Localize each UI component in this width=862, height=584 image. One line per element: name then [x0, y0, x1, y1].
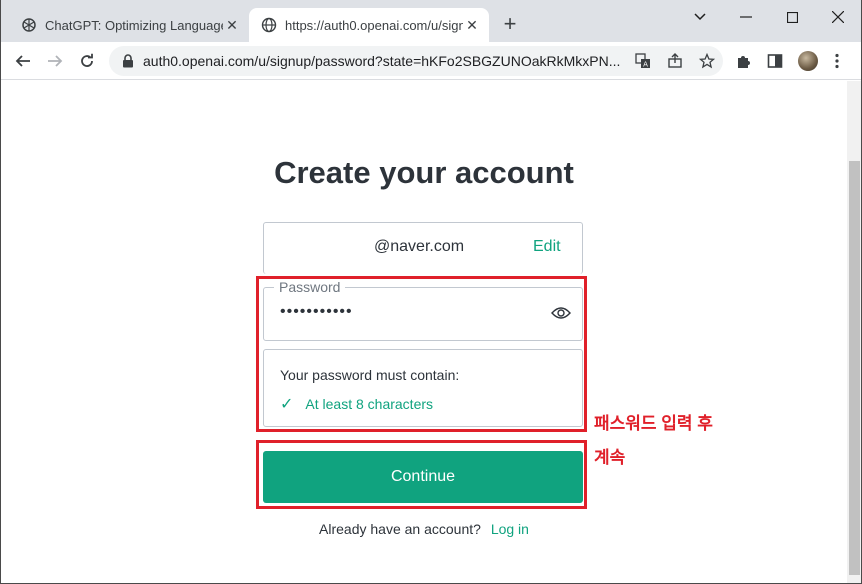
translate-icon[interactable]: A: [633, 51, 653, 71]
new-tab-button[interactable]: +: [499, 13, 521, 36]
side-panel-icon[interactable]: [765, 51, 785, 71]
annotation-text: 패스워드 입력 후 계속: [594, 407, 754, 475]
login-prompt-text: Already have an account?: [319, 521, 481, 537]
tab-auth0-signup[interactable]: https://auth0.openai.com/u/signup ✕: [249, 8, 489, 42]
continue-highlight-box: [256, 440, 587, 509]
close-icon[interactable]: ✕: [463, 16, 481, 34]
login-prompt: Already have an account? Log in: [1, 521, 847, 537]
browser-window: ChatGPT: Optimizing Language ✕ https://a…: [0, 0, 862, 584]
browser-toolbar: auth0.openai.com/u/signup/password?state…: [1, 42, 861, 80]
annotation-line-1: 패스워드 입력 후: [594, 414, 713, 433]
close-window-icon[interactable]: [815, 2, 861, 32]
login-link[interactable]: Log in: [491, 521, 529, 537]
lock-icon[interactable]: [121, 54, 135, 68]
tab-title: https://auth0.openai.com/u/signup: [285, 17, 463, 33]
vertical-scrollbar[interactable]: [847, 81, 861, 583]
profile-avatar[interactable]: [798, 51, 818, 71]
share-icon[interactable]: [665, 51, 685, 71]
openai-icon: [21, 17, 37, 33]
back-arrow-icon[interactable]: [11, 49, 35, 73]
annotation-line-2: 계속: [594, 448, 626, 467]
more-menu-icon[interactable]: [827, 51, 847, 71]
page-content: Create your account @naver.com Edit Pass…: [1, 81, 847, 583]
extensions-puzzle-icon[interactable]: [733, 51, 753, 71]
page-title: Create your account: [274, 155, 574, 190]
bookmark-star-icon[interactable]: [697, 51, 717, 71]
minimize-icon[interactable]: [723, 2, 769, 32]
email-value: @naver.com: [374, 238, 465, 255]
scrollbar-thumb[interactable]: [849, 161, 860, 575]
address-bar[interactable]: auth0.openai.com/u/signup/password?state…: [109, 46, 723, 76]
forward-arrow-icon[interactable]: [43, 49, 67, 73]
globe-icon: [261, 17, 277, 33]
reload-icon[interactable]: [75, 49, 99, 73]
email-display: @naver.com Edit: [263, 222, 583, 274]
tab-strip: ChatGPT: Optimizing Language ✕ https://a…: [1, 0, 861, 42]
tab-search-chevron-icon[interactable]: [677, 2, 723, 32]
maximize-icon[interactable]: [769, 2, 815, 32]
tab-chatgpt[interactable]: ChatGPT: Optimizing Language ✕: [9, 8, 249, 42]
close-icon[interactable]: ✕: [223, 16, 241, 34]
tab-title: ChatGPT: Optimizing Language: [45, 17, 223, 33]
password-highlight-box: [256, 276, 587, 432]
url-text[interactable]: auth0.openai.com/u/signup/password?state…: [143, 53, 627, 69]
edit-email-link[interactable]: Edit: [533, 238, 561, 256]
svg-text:A: A: [643, 61, 648, 69]
